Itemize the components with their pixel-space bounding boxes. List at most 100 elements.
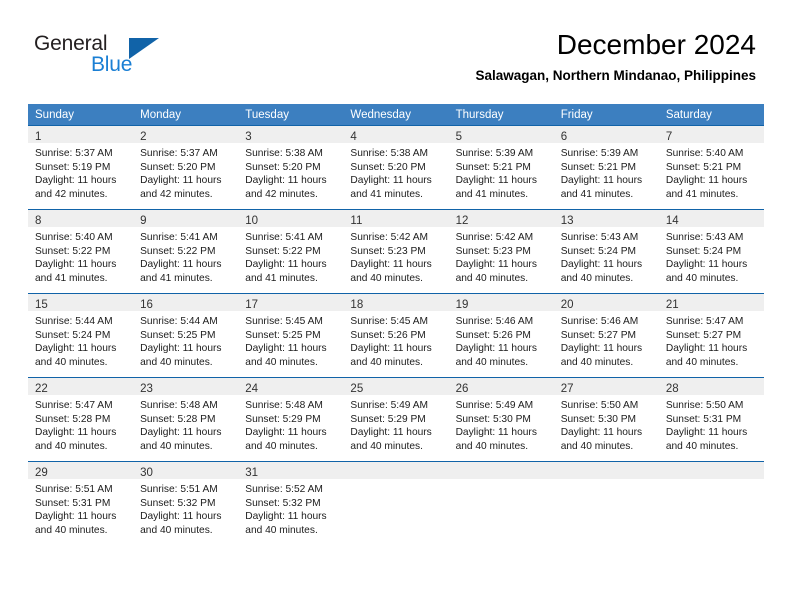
day-sun-info: Sunrise: 5:45 AM Sunset: 5:25 PM Daylight:… <box>238 311 343 369</box>
day-number-band: 14 <box>658 210 764 227</box>
sunset-text: Sunset: 5:20 PM <box>140 161 216 173</box>
calendar-day-cell[interactable]: 16 Sunrise: 5:44 AM Sunset: 5:25 PM Dayligh… <box>133 293 239 377</box>
day-sun-info: Sunrise: 5:47 AM Sunset: 5:27 PM Daylight:… <box>659 311 764 369</box>
day-cell-content: 12 Sunrise: 5:42 AM Sunset: 5:23 PM Dayligh… <box>448 209 554 293</box>
sunrise-text: Sunrise: 5:48 AM <box>140 400 218 411</box>
day-number-band: 21 <box>658 294 764 311</box>
day-sun-info: Sunrise: 5:44 AM Sunset: 5:25 PM Daylight:… <box>133 311 238 369</box>
day-number-band: 30 <box>133 462 239 479</box>
daylight-text: Daylight: 11 hours and 40 minutes. <box>665 259 748 284</box>
daylight-text: Daylight: 11 hours and 42 minutes. <box>140 175 222 200</box>
calendar-week-row: 22 Sunrise: 5:47 AM Sunset: 5:28 PM Dayligh… <box>28 377 764 461</box>
calendar-day-cell[interactable]: 14 Sunrise: 5:43 AM Sunset: 5:24 PM Dayligh… <box>658 209 764 293</box>
day-number-band: 18 <box>343 294 449 311</box>
day-sun-info: Sunrise: 5:50 AM Sunset: 5:30 PM Daylight:… <box>554 395 659 453</box>
day-number: 8 <box>35 215 42 227</box>
calendar-day-cell[interactable]: 25 Sunrise: 5:49 AM Sunset: 5:29 PM Dayligh… <box>343 377 449 461</box>
logo-triangle-icon <box>129 38 159 59</box>
day-number-band: 6 <box>553 126 659 143</box>
day-number: 12 <box>455 215 469 227</box>
calendar-day-cell[interactable]: 1 Sunrise: 5:37 AM Sunset: 5:19 PM Daylight… <box>28 125 134 209</box>
calendar-day-cell[interactable]: 23 Sunrise: 5:48 AM Sunset: 5:28 PM Dayligh… <box>133 377 239 461</box>
day-cell-content: 11 Sunrise: 5:42 AM Sunset: 5:23 PM Dayligh… <box>343 209 449 293</box>
day-sun-info: Sunrise: 5:39 AM Sunset: 5:21 PM Daylight:… <box>449 143 554 201</box>
calendar-day-cell[interactable]: 9 Sunrise: 5:41 AM Sunset: 5:22 PM Daylight… <box>133 209 239 293</box>
day-number: 4 <box>350 131 357 143</box>
page-header: General Blue December 2024 Salawagan, No… <box>0 0 792 100</box>
sunrise-text: Sunrise: 5:41 AM <box>245 232 323 243</box>
calendar-day-cell[interactable]: 10 Sunrise: 5:41 AM Sunset: 5:22 PM Dayligh… <box>238 209 344 293</box>
day-number: 25 <box>350 383 364 395</box>
day-cell-content: 5 Sunrise: 5:39 AM Sunset: 5:21 PM Daylight… <box>448 125 554 209</box>
daylight-text: Daylight: 11 hours and 40 minutes. <box>245 427 327 452</box>
sunset-text: Sunset: 5:21 PM <box>560 161 637 173</box>
calendar-day-cell[interactable]: 12 Sunrise: 5:42 AM Sunset: 5:23 PM Dayligh… <box>448 209 554 293</box>
calendar-week-row: 15 Sunrise: 5:44 AM Sunset: 5:24 PM Dayligh… <box>28 293 764 377</box>
calendar-day-cell[interactable]: 24 Sunrise: 5:48 AM Sunset: 5:29 PM Dayligh… <box>238 377 344 461</box>
sunrise-text: Sunrise: 5:38 AM <box>245 148 323 159</box>
daylight-text: Daylight: 11 hours and 40 minutes. <box>350 259 432 284</box>
daylight-text: Daylight: 11 hours and 41 minutes. <box>665 175 748 200</box>
day-sun-info: Sunrise: 5:44 AM Sunset: 5:24 PM Daylight:… <box>28 311 133 369</box>
day-number: 19 <box>455 299 469 311</box>
day-number: 26 <box>455 383 469 395</box>
calendar-day-cell[interactable]: 22 Sunrise: 5:47 AM Sunset: 5:28 PM Dayligh… <box>28 377 134 461</box>
calendar-day-cell[interactable]: 7 Sunrise: 5:40 AM Sunset: 5:21 PM Daylight… <box>658 125 764 209</box>
day-number: 20 <box>560 299 574 311</box>
calendar-day-cell[interactable]: 28 Sunrise: 5:50 AM Sunset: 5:31 PM Dayligh… <box>658 377 764 461</box>
calendar-week-row: 29 Sunrise: 5:51 AM Sunset: 5:31 PM Dayligh… <box>28 461 764 545</box>
calendar-day-cell[interactable]: 19 Sunrise: 5:46 AM Sunset: 5:26 PM Dayligh… <box>448 293 554 377</box>
day-number: 21 <box>665 299 679 311</box>
day-sun-info: Sunrise: 5:49 AM Sunset: 5:30 PM Daylight:… <box>449 395 554 453</box>
calendar-day-cell[interactable]: 5 Sunrise: 5:39 AM Sunset: 5:21 PM Daylight… <box>448 125 554 209</box>
weekday-header-friday: Friday <box>553 104 659 125</box>
calendar-day-cell[interactable]: 20 Sunrise: 5:46 AM Sunset: 5:27 PM Dayligh… <box>553 293 659 377</box>
sunrise-text: Sunrise: 5:37 AM <box>35 148 113 159</box>
day-number-band: 10 <box>238 210 344 227</box>
calendar-day-cell[interactable]: 3 Sunrise: 5:38 AM Sunset: 5:20 PM Daylight… <box>238 125 344 209</box>
calendar-day-cell[interactable]: 13 Sunrise: 5:43 AM Sunset: 5:24 PM Dayligh… <box>553 209 659 293</box>
general-blue-logo: General Blue <box>34 32 214 82</box>
day-sun-info <box>449 479 554 483</box>
calendar-day-cell[interactable]: 8 Sunrise: 5:40 AM Sunset: 5:22 PM Daylight… <box>28 209 134 293</box>
calendar-day-cell[interactable]: 27 Sunrise: 5:50 AM Sunset: 5:30 PM Dayligh… <box>553 377 659 461</box>
day-cell-content: 9 Sunrise: 5:41 AM Sunset: 5:22 PM Daylight… <box>133 209 239 293</box>
logo-text-blue: Blue <box>91 53 133 76</box>
calendar-day-cell[interactable]: 21 Sunrise: 5:47 AM Sunset: 5:27 PM Dayligh… <box>658 293 764 377</box>
day-cell-content: 13 Sunrise: 5:43 AM Sunset: 5:24 PM Dayligh… <box>553 209 659 293</box>
sunset-text: Sunset: 5:30 PM <box>455 413 531 425</box>
daylight-text: Daylight: 11 hours and 41 minutes. <box>350 175 432 200</box>
sunrise-text: Sunrise: 5:38 AM <box>350 148 429 159</box>
day-sun-info: Sunrise: 5:46 AM Sunset: 5:26 PM Daylight:… <box>449 311 554 369</box>
sunset-text: Sunset: 5:24 PM <box>560 245 637 257</box>
calendar-day-cell[interactable]: 26 Sunrise: 5:49 AM Sunset: 5:30 PM Dayligh… <box>448 377 554 461</box>
day-cell-content: 22 Sunrise: 5:47 AM Sunset: 5:28 PM Dayligh… <box>28 377 134 461</box>
sunrise-text: Sunrise: 5:46 AM <box>560 316 639 327</box>
day-number: 31 <box>245 467 259 479</box>
day-cell-content: 3 Sunrise: 5:38 AM Sunset: 5:20 PM Daylight… <box>238 125 344 209</box>
calendar-day-cell[interactable]: 31 Sunrise: 5:52 AM Sunset: 5:32 PM Dayligh… <box>238 461 344 545</box>
day-number: 28 <box>665 383 679 395</box>
calendar-day-cell[interactable]: 15 Sunrise: 5:44 AM Sunset: 5:24 PM Dayligh… <box>28 293 134 377</box>
sunset-text: Sunset: 5:31 PM <box>35 497 111 509</box>
sunset-text: Sunset: 5:24 PM <box>35 329 111 341</box>
daylight-text: Daylight: 11 hours and 40 minutes. <box>455 343 537 368</box>
calendar-day-cell[interactable]: 29 Sunrise: 5:51 AM Sunset: 5:31 PM Dayligh… <box>28 461 134 545</box>
calendar-day-cell[interactable]: 11 Sunrise: 5:42 AM Sunset: 5:23 PM Dayligh… <box>343 209 449 293</box>
sunset-text: Sunset: 5:20 PM <box>245 161 321 173</box>
calendar-day-cell[interactable]: 17 Sunrise: 5:45 AM Sunset: 5:25 PM Dayligh… <box>238 293 344 377</box>
calendar-day-cell[interactable]: 4 Sunrise: 5:38 AM Sunset: 5:20 PM Daylight… <box>343 125 449 209</box>
daylight-text: Daylight: 11 hours and 40 minutes. <box>665 427 748 452</box>
day-cell-content: 6 Sunrise: 5:39 AM Sunset: 5:21 PM Daylight… <box>553 125 659 209</box>
day-number: 3 <box>245 131 252 143</box>
day-cell-content: 18 Sunrise: 5:45 AM Sunset: 5:26 PM Dayligh… <box>343 293 449 377</box>
calendar-day-cell[interactable]: 6 Sunrise: 5:39 AM Sunset: 5:21 PM Daylight… <box>553 125 659 209</box>
day-number-band: 28 <box>658 378 764 395</box>
calendar-day-cell[interactable]: 30 Sunrise: 5:51 AM Sunset: 5:32 PM Dayligh… <box>133 461 239 545</box>
day-sun-info: Sunrise: 5:46 AM Sunset: 5:27 PM Daylight:… <box>554 311 659 369</box>
day-cell-content: 27 Sunrise: 5:50 AM Sunset: 5:30 PM Dayligh… <box>553 377 659 461</box>
day-number-band <box>448 462 554 479</box>
day-number: 17 <box>245 299 259 311</box>
calendar-day-cell[interactable]: 2 Sunrise: 5:37 AM Sunset: 5:20 PM Daylight… <box>133 125 239 209</box>
calendar-day-cell[interactable]: 18 Sunrise: 5:45 AM Sunset: 5:26 PM Dayligh… <box>343 293 449 377</box>
